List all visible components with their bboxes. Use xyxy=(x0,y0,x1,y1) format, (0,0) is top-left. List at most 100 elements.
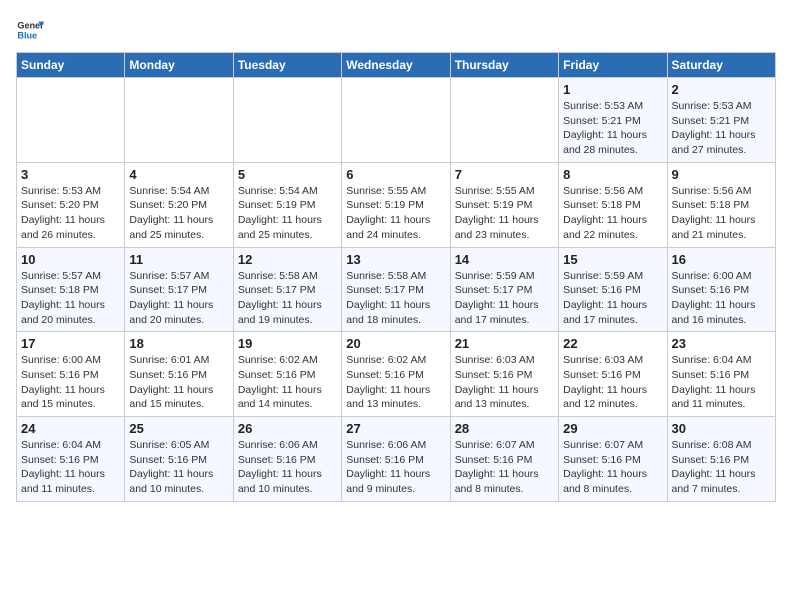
day-info: Sunrise: 5:57 AMSunset: 5:17 PMDaylight:… xyxy=(129,269,228,328)
day-info: Sunrise: 6:08 AMSunset: 5:16 PMDaylight:… xyxy=(672,438,771,497)
logo-icon: General Blue xyxy=(16,16,44,44)
calendar-cell: 7Sunrise: 5:55 AMSunset: 5:19 PMDaylight… xyxy=(450,162,558,247)
calendar-cell: 2Sunrise: 5:53 AMSunset: 5:21 PMDaylight… xyxy=(667,78,775,163)
week-row-2: 3 Sunrise: 5:53 AMSunset: 5:20 PMDaylight… xyxy=(17,162,776,247)
week-row-1: 1 Sunrise: 5:53 AMSunset: 5:21 PMDaylight… xyxy=(17,78,776,163)
day-number: 14 xyxy=(455,252,554,267)
calendar-cell xyxy=(233,78,341,163)
calendar-cell: 25 Sunrise: 6:05 AMSunset: 5:16 PMDayligh… xyxy=(125,417,233,502)
day-info: Sunrise: 6:07 AMSunset: 5:16 PMDaylight:… xyxy=(563,438,662,497)
day-number: 15 xyxy=(563,252,662,267)
week-row-3: 10 Sunrise: 5:57 AMSunset: 5:18 PMDayligh… xyxy=(17,247,776,332)
day-number: 26 xyxy=(238,421,337,436)
day-number: 3 xyxy=(21,167,120,182)
day-number: 22 xyxy=(563,336,662,351)
calendar-cell: 24 Sunrise: 6:04 AMSunset: 5:16 PMDayligh… xyxy=(17,417,125,502)
day-number: 13 xyxy=(346,252,445,267)
calendar-cell: 1 Sunrise: 5:53 AMSunset: 5:21 PMDaylight… xyxy=(559,78,667,163)
day-info: Sunrise: 6:07 AMSunset: 5:16 PMDaylight:… xyxy=(455,438,554,497)
day-info: Sunrise: 5:59 AMSunset: 5:16 PMDaylight:… xyxy=(563,269,662,328)
calendar-cell xyxy=(450,78,558,163)
weekday-header-saturday: Saturday xyxy=(667,53,775,78)
day-number: 6 xyxy=(346,167,445,182)
weekday-header-friday: Friday xyxy=(559,53,667,78)
day-info: Sunrise: 5:53 AMSunset: 5:20 PMDaylight:… xyxy=(21,184,120,243)
calendar-table: SundayMondayTuesdayWednesdayThursdayFrid… xyxy=(16,52,776,502)
calendar-cell: 4 Sunrise: 5:54 AMSunset: 5:20 PMDaylight… xyxy=(125,162,233,247)
day-number: 9 xyxy=(672,167,771,182)
day-number: 25 xyxy=(129,421,228,436)
day-number: 8 xyxy=(563,167,662,182)
day-info: Sunrise: 6:00 AMSunset: 5:16 PMDaylight:… xyxy=(21,353,120,412)
day-info: Sunrise: 5:56 AMSunset: 5:18 PMDaylight:… xyxy=(563,184,662,243)
day-number: 16 xyxy=(672,252,771,267)
calendar-cell: 6Sunrise: 5:55 AMSunset: 5:19 PMDaylight… xyxy=(342,162,450,247)
day-number: 21 xyxy=(455,336,554,351)
day-info: Sunrise: 6:02 AMSunset: 5:16 PMDaylight:… xyxy=(346,353,445,412)
weekday-header-wednesday: Wednesday xyxy=(342,53,450,78)
calendar-cell: 23 Sunrise: 6:04 AMSunset: 5:16 PMDayligh… xyxy=(667,332,775,417)
day-number: 2 xyxy=(672,82,771,97)
day-number: 4 xyxy=(129,167,228,182)
calendar-cell: 20Sunrise: 6:02 AMSunset: 5:16 PMDayligh… xyxy=(342,332,450,417)
day-info: Sunrise: 6:05 AMSunset: 5:16 PMDaylight:… xyxy=(129,438,228,497)
logo: General Blue xyxy=(16,16,48,44)
calendar-cell: 22Sunrise: 6:03 AMSunset: 5:16 PMDayligh… xyxy=(559,332,667,417)
day-number: 24 xyxy=(21,421,120,436)
weekday-header-thursday: Thursday xyxy=(450,53,558,78)
calendar-cell: 8 Sunrise: 5:56 AMSunset: 5:18 PMDaylight… xyxy=(559,162,667,247)
calendar-cell: 16 Sunrise: 6:00 AMSunset: 5:16 PMDayligh… xyxy=(667,247,775,332)
day-info: Sunrise: 5:54 AMSunset: 5:20 PMDaylight:… xyxy=(129,184,228,243)
calendar-cell: 14Sunrise: 5:59 AMSunset: 5:17 PMDayligh… xyxy=(450,247,558,332)
page-header: General Blue xyxy=(16,16,776,44)
day-number: 30 xyxy=(672,421,771,436)
calendar-cell: 5 Sunrise: 5:54 AMSunset: 5:19 PMDaylight… xyxy=(233,162,341,247)
day-number: 29 xyxy=(563,421,662,436)
day-info: Sunrise: 5:57 AMSunset: 5:18 PMDaylight:… xyxy=(21,269,120,328)
day-info: Sunrise: 6:00 AMSunset: 5:16 PMDaylight:… xyxy=(672,269,771,328)
day-number: 5 xyxy=(238,167,337,182)
day-number: 19 xyxy=(238,336,337,351)
day-info: Sunrise: 5:53 AMSunset: 5:21 PMDaylight:… xyxy=(563,99,662,158)
calendar-cell: 3 Sunrise: 5:53 AMSunset: 5:20 PMDaylight… xyxy=(17,162,125,247)
calendar-cell xyxy=(342,78,450,163)
day-number: 27 xyxy=(346,421,445,436)
calendar-cell: 11 Sunrise: 5:57 AMSunset: 5:17 PMDayligh… xyxy=(125,247,233,332)
day-number: 23 xyxy=(672,336,771,351)
day-info: Sunrise: 6:06 AMSunset: 5:16 PMDaylight:… xyxy=(346,438,445,497)
day-info: Sunrise: 6:02 AMSunset: 5:16 PMDaylight:… xyxy=(238,353,337,412)
day-info: Sunrise: 5:56 AMSunset: 5:18 PMDaylight:… xyxy=(672,184,771,243)
day-info: Sunrise: 6:01 AMSunset: 5:16 PMDaylight:… xyxy=(129,353,228,412)
day-info: Sunrise: 6:04 AMSunset: 5:16 PMDaylight:… xyxy=(21,438,120,497)
day-number: 1 xyxy=(563,82,662,97)
day-number: 10 xyxy=(21,252,120,267)
day-number: 17 xyxy=(21,336,120,351)
calendar-cell: 28 Sunrise: 6:07 AMSunset: 5:16 PMDayligh… xyxy=(450,417,558,502)
day-number: 12 xyxy=(238,252,337,267)
calendar-cell: 9 Sunrise: 5:56 AMSunset: 5:18 PMDaylight… xyxy=(667,162,775,247)
day-info: Sunrise: 6:06 AMSunset: 5:16 PMDaylight:… xyxy=(238,438,337,497)
day-info: Sunrise: 6:04 AMSunset: 5:16 PMDaylight:… xyxy=(672,353,771,412)
calendar-cell xyxy=(125,78,233,163)
calendar-cell: 10 Sunrise: 5:57 AMSunset: 5:18 PMDayligh… xyxy=(17,247,125,332)
day-info: Sunrise: 5:54 AMSunset: 5:19 PMDaylight:… xyxy=(238,184,337,243)
day-info: Sunrise: 5:55 AMSunset: 5:19 PMDaylight:… xyxy=(455,184,554,243)
calendar-cell: 26 Sunrise: 6:06 AMSunset: 5:16 PMDayligh… xyxy=(233,417,341,502)
calendar-cell: 17 Sunrise: 6:00 AMSunset: 5:16 PMDayligh… xyxy=(17,332,125,417)
day-number: 28 xyxy=(455,421,554,436)
day-number: 18 xyxy=(129,336,228,351)
day-number: 11 xyxy=(129,252,228,267)
weekday-header-monday: Monday xyxy=(125,53,233,78)
day-info: Sunrise: 5:58 AMSunset: 5:17 PMDaylight:… xyxy=(346,269,445,328)
calendar-cell: 29 Sunrise: 6:07 AMSunset: 5:16 PMDayligh… xyxy=(559,417,667,502)
weekday-header-tuesday: Tuesday xyxy=(233,53,341,78)
week-row-4: 17 Sunrise: 6:00 AMSunset: 5:16 PMDayligh… xyxy=(17,332,776,417)
svg-text:Blue: Blue xyxy=(17,30,37,40)
calendar-cell: 12Sunrise: 5:58 AMSunset: 5:17 PMDayligh… xyxy=(233,247,341,332)
calendar-cell: 15 Sunrise: 5:59 AMSunset: 5:16 PMDayligh… xyxy=(559,247,667,332)
calendar-cell: 21 Sunrise: 6:03 AMSunset: 5:16 PMDayligh… xyxy=(450,332,558,417)
week-row-5: 24 Sunrise: 6:04 AMSunset: 5:16 PMDayligh… xyxy=(17,417,776,502)
weekday-header-row: SundayMondayTuesdayWednesdayThursdayFrid… xyxy=(17,53,776,78)
day-info: Sunrise: 6:03 AMSunset: 5:16 PMDaylight:… xyxy=(455,353,554,412)
calendar-cell: 19 Sunrise: 6:02 AMSunset: 5:16 PMDayligh… xyxy=(233,332,341,417)
